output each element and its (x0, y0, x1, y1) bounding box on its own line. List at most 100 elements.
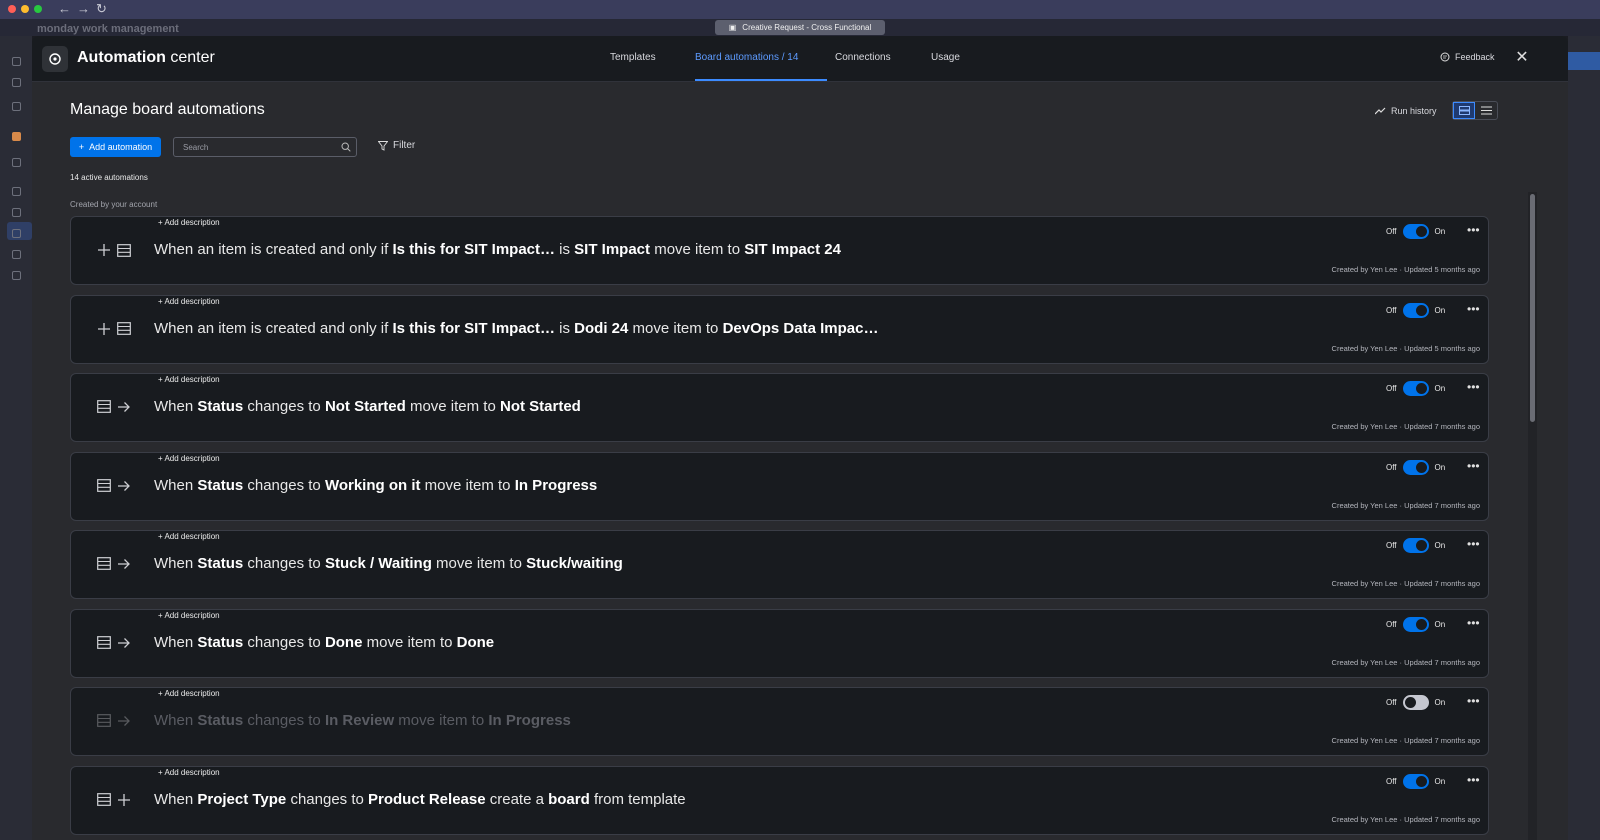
automation-recipe[interactable]: When Status changes to Working on it mov… (154, 477, 597, 494)
work-icon[interactable] (12, 78, 21, 87)
add-description-link[interactable]: + Add description (158, 375, 220, 384)
board-icon[interactable] (12, 250, 21, 259)
more-options-icon[interactable]: ••• (1467, 380, 1480, 394)
more-options-icon[interactable]: ••• (1467, 616, 1480, 630)
home-icon[interactable] (12, 57, 21, 66)
recipe-value[interactable]: Done (457, 634, 495, 651)
maximize-window-button[interactable] (34, 5, 42, 13)
add-description-link[interactable]: + Add description (158, 689, 220, 698)
board-icon[interactable] (12, 187, 21, 196)
forward-arrow-icon[interactable]: → (77, 1, 90, 16)
recipe-value[interactable]: Project Type (197, 791, 286, 808)
automation-card[interactable]: + Add description When Project Type chan… (70, 765, 1489, 835)
recipe-value[interactable]: Status (197, 398, 243, 415)
automation-card[interactable]: + Add description When Status changes to… (70, 451, 1489, 521)
automation-recipe[interactable]: When Status changes to Not Started move … (154, 398, 581, 415)
run-history-button[interactable]: Run history (1375, 106, 1437, 116)
tab-connections[interactable]: Connections (835, 52, 891, 63)
recipe-value[interactable]: Done (325, 634, 363, 651)
card-view-icon[interactable] (1453, 102, 1476, 119)
recipe-value[interactable]: In Progress (488, 712, 571, 729)
more-options-icon[interactable]: ••• (1467, 694, 1480, 708)
automation-card[interactable]: + Add description When Status changes to… (70, 373, 1489, 442)
filter-button[interactable]: Filter (378, 140, 415, 151)
automation-card[interactable]: + Add description When Status changes to… (70, 608, 1489, 678)
board-tab-pill[interactable]: ▣ Creative Request - Cross Functional (715, 20, 885, 35)
add-description-link[interactable]: + Add description (158, 768, 220, 777)
add-description-link[interactable]: + Add description (158, 532, 220, 541)
tab-templates[interactable]: Templates (610, 52, 656, 63)
automation-recipe[interactable]: When an item is created and only if Is t… (154, 241, 841, 258)
add-description-link[interactable]: + Add description (158, 611, 220, 620)
feedback-button[interactable]: Feedback (1440, 52, 1495, 62)
automation-recipe[interactable]: When Status changes to Done move item to… (154, 634, 494, 651)
board-icon[interactable] (12, 271, 21, 280)
automation-toggle[interactable] (1402, 616, 1429, 632)
workspace-icon[interactable] (12, 132, 21, 141)
list-view-icon[interactable] (1475, 102, 1497, 119)
close-window-button[interactable] (8, 5, 16, 13)
recipe-value[interactable]: board (548, 791, 590, 808)
automation-card[interactable]: + Add description When an item is create… (70, 216, 1489, 285)
scrollbar-thumb[interactable] (1530, 194, 1535, 422)
recipe-value[interactable]: Stuck / Waiting (325, 555, 432, 572)
recipe-value[interactable]: Dodi 24 (574, 320, 628, 337)
automation-toggle[interactable] (1402, 695, 1429, 710)
add-description-link[interactable]: + Add description (158, 454, 220, 463)
automation-recipe[interactable]: When Status changes to In Review move it… (154, 712, 571, 729)
recipe-value[interactable]: SIT Impact (574, 241, 650, 258)
star-icon[interactable] (12, 102, 21, 111)
recipe-value[interactable]: Not Started (325, 398, 406, 415)
recipe-value[interactable]: SIT Impact 24 (744, 241, 841, 258)
recipe-value[interactable]: Is this for SIT Impact… (392, 320, 555, 337)
add-description-link[interactable]: + Add description (158, 218, 220, 227)
automation-card[interactable]: + Add description When an item is create… (70, 294, 1489, 364)
more-options-icon[interactable]: ••• (1467, 459, 1480, 473)
recipe-value[interactable]: Stuck/waiting (526, 555, 623, 572)
automation-toggle[interactable] (1402, 459, 1429, 475)
automation-recipe[interactable]: When an item is created and only if Is t… (154, 320, 878, 337)
automation-card[interactable]: + Add description When Status changes to… (70, 687, 1489, 756)
more-options-icon[interactable]: ••• (1467, 223, 1480, 237)
minimize-window-button[interactable] (21, 5, 29, 13)
reload-icon[interactable]: ↻ (96, 1, 107, 17)
automation-toggle[interactable] (1402, 773, 1429, 789)
recipe-value[interactable]: Product Release (368, 791, 486, 808)
automation-toggle[interactable] (1402, 381, 1429, 396)
recipe-value[interactable]: Working on it (325, 477, 421, 494)
automation-toggle[interactable] (1402, 538, 1429, 553)
recipe-value[interactable]: DevOps Data Impac… (723, 320, 879, 337)
recipe-value[interactable]: Status (197, 477, 243, 494)
search-icon[interactable] (12, 158, 21, 167)
automation-toggle[interactable] (1402, 302, 1429, 318)
automation-toggle[interactable] (1402, 224, 1429, 239)
search-input[interactable] (183, 141, 333, 154)
recipe-value[interactable]: In Progress (515, 477, 598, 494)
recipe-text: changes to (243, 633, 325, 651)
tab-board-automations[interactable]: Board automations / 14 (695, 52, 798, 63)
app-logo: monday work management (37, 23, 179, 35)
search-field[interactable] (173, 137, 357, 157)
arrow-right-icon (117, 400, 131, 418)
recipe-value[interactable]: Status (197, 634, 243, 651)
board-icon[interactable] (12, 229, 21, 238)
tab-usage[interactable]: Usage (931, 52, 960, 63)
board-icon[interactable] (12, 208, 21, 217)
more-options-icon[interactable]: ••• (1467, 773, 1480, 787)
close-icon[interactable]: ✕ (1512, 48, 1532, 68)
more-options-icon[interactable]: ••• (1467, 302, 1480, 316)
more-options-icon[interactable]: ••• (1467, 537, 1480, 551)
automation-recipe[interactable]: When Status changes to Stuck / Waiting m… (154, 555, 623, 572)
add-automation-button[interactable]: + Add automation (70, 137, 161, 157)
add-description-link[interactable]: + Add description (158, 297, 220, 306)
recipe-value[interactable]: Status (197, 555, 243, 572)
automation-card[interactable]: + Add description When Status changes to… (70, 530, 1489, 599)
recipe-text: move item to (394, 712, 489, 729)
recipe-value[interactable]: In Review (325, 712, 394, 729)
automation-recipe[interactable]: When Project Type changes to Product Rel… (154, 791, 686, 808)
back-arrow-icon[interactable]: ← (58, 1, 71, 16)
recipe-value[interactable]: Is this for SIT Impact… (392, 241, 555, 258)
recipe-value[interactable]: Status (197, 712, 243, 729)
recipe-text: move item to (362, 633, 457, 651)
recipe-value[interactable]: Not Started (500, 398, 581, 415)
